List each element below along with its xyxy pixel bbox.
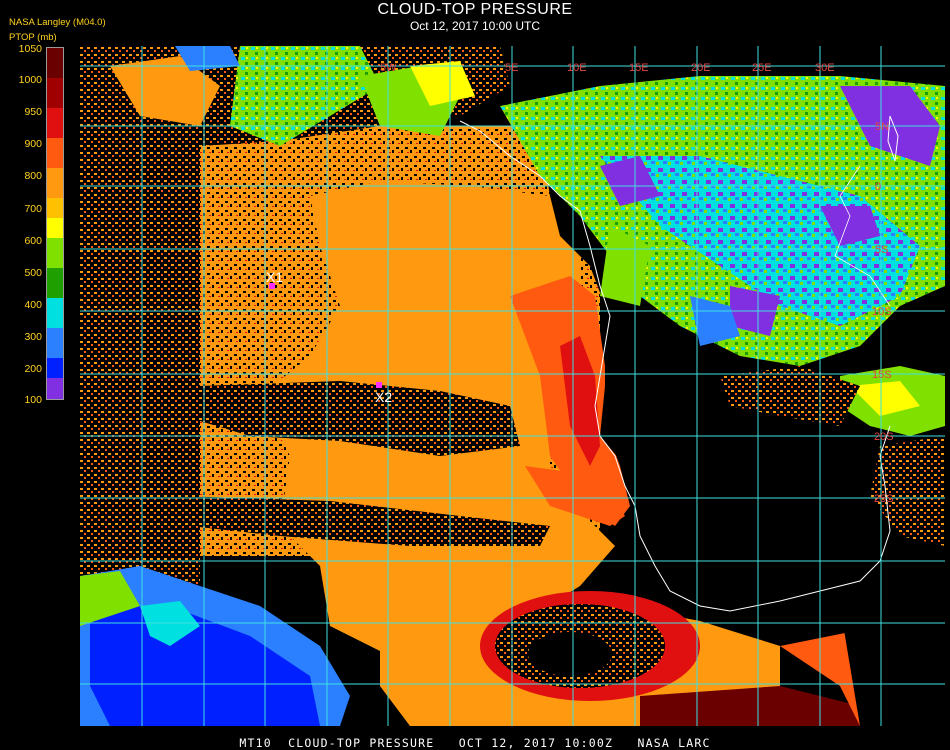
- lat-label-25s: 25S: [874, 493, 894, 505]
- color-swatch-500-400: [47, 298, 63, 328]
- lat-label-0: 0: [875, 181, 881, 193]
- legend-tick-500: 500: [24, 267, 42, 279]
- legend-tick-800: 800: [24, 170, 42, 182]
- legend-tick-200: 200: [24, 363, 42, 375]
- color-swatch-600-500: [47, 268, 63, 298]
- lon-label-20e: 20E: [691, 62, 711, 74]
- lon-label-25e: 25E: [752, 62, 772, 74]
- marker-x2-label: X2: [375, 389, 392, 405]
- map-datetime: Oct 12, 2017 10:00 UTC: [409, 19, 541, 33]
- legend-tick-100: 100: [24, 394, 42, 406]
- color-scale-bar: [46, 47, 64, 400]
- lat-label-15s: 15S: [872, 369, 892, 381]
- marker-x1-label: X1: [266, 269, 283, 285]
- lon-label-5e: 5E: [505, 62, 518, 74]
- legend-tick-1050: 1050: [18, 43, 42, 55]
- legend-unit: PTOP (mb): [9, 32, 57, 43]
- lon-label-10e: 10E: [567, 62, 587, 74]
- color-swatch-1050-1000: [47, 48, 63, 78]
- color-swatch-800-750: [47, 198, 63, 218]
- lat-label-20s: 20S: [874, 431, 894, 443]
- color-swatch-750-700: [47, 218, 63, 238]
- footer-caption: MT10 CLOUD-TOP PRESSURE OCT 12, 2017 10:…: [239, 736, 711, 750]
- lat-label-5s: 5S: [875, 244, 888, 256]
- map-title: CLOUD-TOP PRESSURE: [377, 1, 573, 18]
- color-swatch-300-200: [47, 358, 63, 378]
- color-swatch-700-600: [47, 238, 63, 268]
- color-swatch-850-800: [47, 168, 63, 198]
- color-swatch-950-900: [47, 108, 63, 138]
- legend-tick-950: 950: [24, 106, 42, 118]
- color-swatch-400-300: [47, 328, 63, 358]
- legend-agency: NASA Langley (M04.0): [9, 17, 106, 28]
- legend-tick-900: 900: [24, 138, 42, 150]
- lat-label-5n: 5N: [875, 121, 889, 133]
- color-swatch-1000-950: [47, 78, 63, 108]
- color-swatch-200-100: [47, 378, 63, 399]
- lon-label-5w: 5W: [380, 62, 397, 74]
- legend-tick-600: 600: [24, 235, 42, 247]
- lat-label-10s: 10S: [872, 306, 892, 318]
- legend-tick-700: 700: [24, 203, 42, 215]
- lon-label-15e: 15E: [629, 62, 649, 74]
- legend-tick-300: 300: [24, 331, 42, 343]
- color-swatch-900-850: [47, 138, 63, 168]
- cloud-top-pressure-map: 5W 5E 10E 15E 20E 25E 30E 5N 0 5S 10S 15…: [80, 46, 945, 726]
- lon-label-30e: 30E: [815, 62, 835, 74]
- legend-tick-400: 400: [24, 299, 42, 311]
- legend-tick-1000: 1000: [18, 74, 42, 86]
